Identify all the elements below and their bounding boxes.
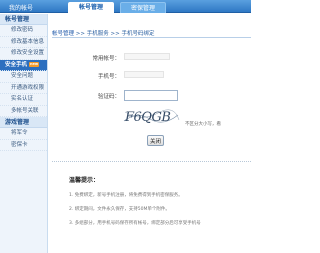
sidebar-item-token[interactable]: 将军令 [0, 128, 47, 140]
captcha-code-label: 验证码： [97, 94, 120, 100]
sidebar-item-security-settings[interactable]: 修改安全设置 [0, 48, 47, 60]
sidebar-item-security-card[interactable]: 密保卡 [0, 140, 47, 151]
captcha-text: F6QGB [124, 110, 170, 125]
sidebar-item-game-permission[interactable]: 开通游戏权限 [0, 83, 47, 94]
tips-panel: 温馨提示： 1. 免费绑定，新号手机注册，将免费得到手机密保服务。 2. 绑定期… [52, 161, 251, 253]
breadcrumb-item-phone-binding: 手机号码绑定 [121, 31, 155, 37]
phone-label: 手机号： [97, 74, 120, 80]
sidebar-item-label: 安全手机 [5, 61, 28, 68]
sidebar-item-security-phone[interactable]: 安全手机 new [0, 59, 47, 71]
account-value [124, 53, 170, 60]
new-badge: new [29, 61, 40, 67]
sidebar-section-account: 帐号管理 [0, 14, 47, 25]
phone-value [124, 71, 164, 78]
top-nav-bar: 我的帐号 帐号管理 密保管理 [0, 0, 251, 13]
sidebar-item-multi-account[interactable]: 多帐号关联 [0, 106, 47, 117]
sidebar-item-security-question[interactable]: 安全问题 [0, 71, 47, 83]
sidebar-item-change-info[interactable]: 修改基本信息 [0, 37, 47, 48]
breadcrumb-separator: >> [75, 31, 85, 37]
tips-title: 温馨提示： [69, 177, 100, 184]
breadcrumb-link-account[interactable]: 帐号管理 [52, 31, 74, 37]
breadcrumb-separator: >> [110, 31, 120, 37]
breadcrumb: 帐号管理 >> 手机服务 >> 手机号码绑定 [52, 29, 251, 38]
sidebar-item-change-password[interactable]: 修改密码 [0, 25, 47, 37]
tip-line: 2. 绑定期间，文件永久保存，支持50M单个附件。 [69, 207, 170, 212]
sidebar-item-realname[interactable]: 实名认证 [0, 94, 47, 106]
captcha-code-input[interactable] [124, 90, 178, 101]
tip-line: 3. 多组部分，用手机号码保存所有帐号，绑定部分后可享受手机号 [69, 221, 201, 226]
tab-security-management[interactable]: 密保管理 [120, 2, 166, 13]
main-content: 帐号管理 >> 手机服务 >> 手机号码绑定 常用帐号： 手机号： 验证码： F… [52, 14, 251, 253]
captcha-tip: 不区分大小写，看 [185, 122, 221, 127]
close-button[interactable]: 关闭 [147, 135, 164, 146]
breadcrumb-item-phone-service: 手机服务 [86, 31, 109, 37]
captcha-image[interactable]: F6QGB [122, 106, 180, 126]
account-label: 常用帐号： [92, 56, 120, 62]
tip-line: 1. 免费绑定，新号手机注册，将免费得到手机密保服务。 [69, 193, 183, 198]
sidebar: 帐号管理 修改密码 修改基本信息 修改安全设置 安全手机 new 安全问题 开通游… [0, 14, 48, 253]
sidebar-section-game: 游戏管理 [0, 117, 47, 128]
tab-account-management[interactable]: 帐号管理 [68, 2, 114, 13]
my-account-label[interactable]: 我的帐号 [9, 3, 33, 12]
